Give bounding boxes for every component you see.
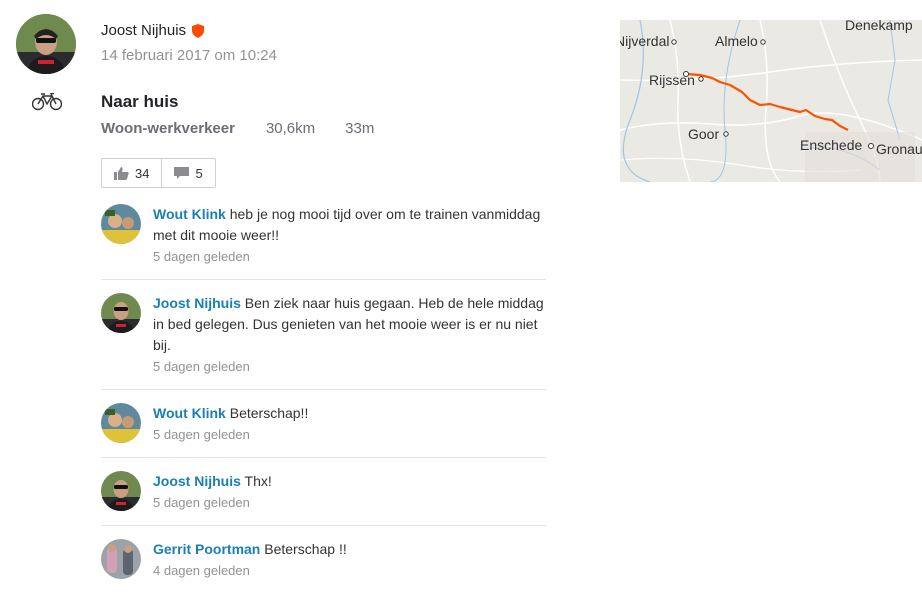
map-label-goor: Goor — [688, 126, 720, 142]
map-label-denekamp: Denekamp — [845, 20, 913, 33]
comment-item: Wout Klink heb je nog mooi tijd over om … — [101, 204, 546, 267]
comment-author[interactable]: Gerrit Poortman — [153, 541, 260, 557]
commenter-avatar[interactable] — [101, 403, 141, 443]
comment-text: Beterschap!! — [225, 405, 309, 421]
commenter-avatar[interactable] — [101, 204, 141, 244]
comment-item: Gerrit Poortman Beterschap !! 4 dagen ge… — [101, 539, 546, 581]
comment-author[interactable]: Joost Nijhuis — [153, 295, 241, 311]
map-label-enschede: Enschede — [800, 137, 863, 153]
comment-item: Joost Nijhuis Ben ziek naar huis gegaan.… — [101, 293, 546, 377]
map-label-almelo: Almelo — [715, 33, 758, 49]
comment-text: Thx! — [240, 473, 272, 489]
comment-time: 5 dagen geleden — [153, 359, 250, 374]
comment-author[interactable]: Joost Nijhuis — [153, 473, 241, 489]
comment-time: 5 dagen geleden — [153, 495, 250, 510]
route-map[interactable]: Denekamp Nijverdal Almelo Rijssen Goor E… — [620, 20, 922, 182]
kudos-count: 34 — [135, 165, 150, 181]
comment-author[interactable]: Wout Klink — [153, 206, 226, 222]
map-label-rijssen: Rijssen — [649, 72, 695, 88]
map-label-nijverdal: Nijverdal — [620, 33, 670, 49]
divider — [101, 457, 546, 458]
kudos-button[interactable]: 34 — [102, 159, 161, 187]
activity-date: 14 februari 2017 om 10:24 — [101, 47, 277, 64]
bike-icon — [32, 93, 62, 111]
duration-value: 33m — [345, 120, 375, 137]
divider — [101, 389, 546, 390]
comment-author[interactable]: Wout Klink — [153, 405, 226, 421]
commenter-avatar[interactable] — [101, 471, 141, 511]
map-label-gronau: Gronau — [876, 141, 922, 157]
distance-value: 30,6km — [265, 120, 316, 137]
commute-label: Woon-werkverkeer — [101, 120, 235, 137]
comment-item: Joost Nijhuis Thx! 5 dagen geleden — [101, 471, 546, 513]
commenter-avatar[interactable] — [101, 539, 141, 579]
athlete-name[interactable]: Joost Nijhuis — [101, 22, 205, 39]
comments-button[interactable]: 5 — [161, 159, 214, 187]
social-buttons: 34 5 — [101, 158, 216, 188]
comment-text: Beterschap !! — [260, 541, 347, 557]
comment-time: 4 dagen geleden — [153, 563, 250, 578]
comment-time: 5 dagen geleden — [153, 427, 250, 442]
divider — [101, 525, 546, 526]
athlete-avatar[interactable] — [16, 14, 76, 74]
thumbs-up-icon — [114, 166, 129, 180]
divider — [101, 279, 546, 280]
comment-time: 5 dagen geleden — [153, 249, 250, 264]
comment-item: Wout Klink Beterschap!! 5 dagen geleden — [101, 403, 546, 445]
activity-title[interactable]: Naar huis — [101, 92, 178, 112]
activity-stats: Woon-werkverkeer 30,6km 33m — [101, 120, 374, 137]
athlete-name-text[interactable]: Joost Nijhuis — [101, 22, 186, 39]
comments-count: 5 — [195, 165, 203, 181]
comment-icon — [174, 166, 190, 179]
commenter-avatar[interactable] — [101, 293, 141, 333]
shield-icon — [192, 23, 205, 38]
